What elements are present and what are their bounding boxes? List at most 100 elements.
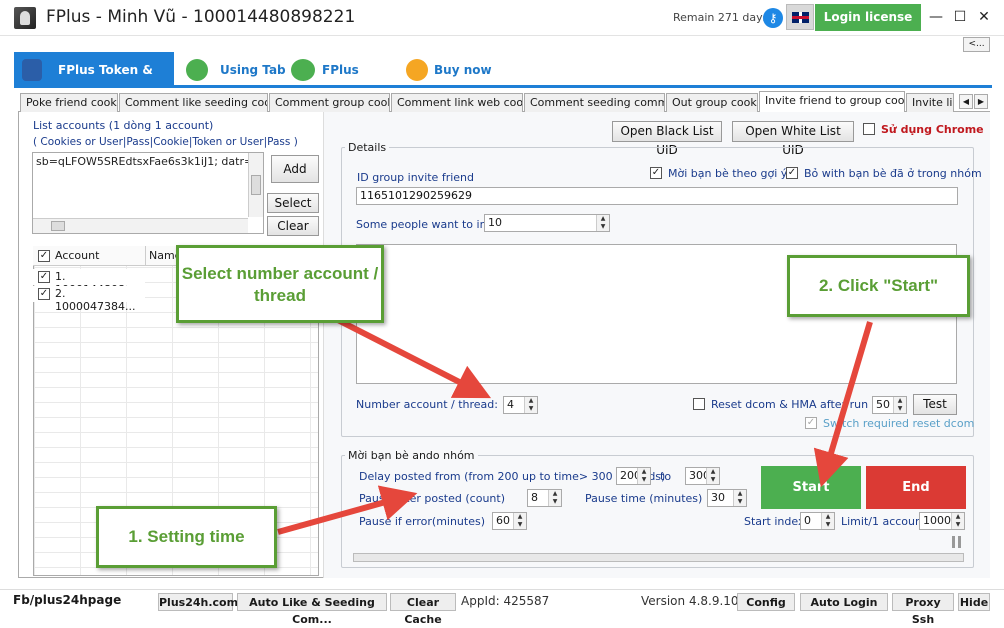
plus24h-button[interactable]: Plus24h.com xyxy=(158,593,238,611)
open-black-list-button[interactable]: Open Black List UID xyxy=(612,121,722,157)
login-license-button[interactable]: Login license xyxy=(815,4,921,31)
col-account: Account xyxy=(55,249,100,262)
spinner-arrows-icon[interactable]: ▲ ▼ xyxy=(733,490,746,506)
spinner-arrows-icon[interactable]: ▲ ▼ xyxy=(524,397,537,413)
tab-fplus-profile[interactable]: FPlus Profile xyxy=(286,52,406,113)
test-button[interactable]: Test xyxy=(913,394,957,415)
tab-fplus-token-cookie[interactable]: FPlus Token & Cookie xyxy=(14,52,174,113)
spinner-arrows-icon[interactable]: ▲ ▼ xyxy=(637,468,650,484)
callout-text: Select number account / thread xyxy=(181,264,379,305)
textarea-vertical-scrollbar[interactable] xyxy=(248,153,263,217)
fb-page-link[interactable]: Fb/plus24hpage xyxy=(13,593,121,607)
start-index-label: Start index: xyxy=(744,515,809,528)
list-item[interactable]: ✓ 2. 1000047384... xyxy=(33,286,145,313)
scroll-left-icon[interactable]: ◀ xyxy=(959,94,973,109)
subtab-comment-seeding[interactable]: Comment seeding comment xyxy=(524,93,665,112)
start-button[interactable]: Start xyxy=(761,466,861,509)
number-account-spinner[interactable]: 4 ▲ ▼ xyxy=(503,396,538,414)
open-white-list-button[interactable]: Open White List UID xyxy=(732,121,854,157)
spinner-arrows-icon[interactable]: ▲ ▼ xyxy=(513,513,526,529)
spinner-arrows-icon[interactable]: ▲ ▼ xyxy=(706,468,719,484)
some-people-spinner[interactable]: 10 ▲ ▼ xyxy=(484,214,610,232)
proxy-ssh-button[interactable]: Proxy Ssh xyxy=(892,593,954,626)
subtab-invite-friend-group[interactable]: Invite friend to group cookie xyxy=(759,91,905,113)
maximize-button[interactable]: ☐ xyxy=(948,6,972,28)
person-icon xyxy=(22,59,42,81)
subtab-invite-like[interactable]: Invite like xyxy=(906,93,954,112)
clear-cache-button[interactable]: Clear Cache xyxy=(390,593,456,626)
delay-to-spinner[interactable]: 300 ▲ ▼ xyxy=(685,467,720,485)
subtab-comment-group[interactable]: Comment group cookie xyxy=(269,93,390,112)
key-icon[interactable]: ⚷ xyxy=(763,8,783,28)
subtab-out-group[interactable]: Out group cookie xyxy=(666,93,758,112)
pause-after-spinner[interactable]: 8 ▲ ▼ xyxy=(527,489,562,507)
switch-dcom-checkbox[interactable]: ✓ xyxy=(805,417,817,429)
reset-dcom-spinner[interactable]: 50 ▲ ▼ xyxy=(872,396,907,414)
tab-buy-now[interactable]: Buy now xyxy=(402,52,502,88)
textarea-horizontal-scrollbar[interactable] xyxy=(33,218,248,233)
close-button[interactable]: ✕ xyxy=(972,6,996,28)
hide-button[interactable]: Hide xyxy=(958,593,990,611)
pause-error-spinner[interactable]: 60 ▲ ▼ xyxy=(492,512,527,530)
subtab-comment-like-seeding[interactable]: Comment like seeding cookie xyxy=(119,93,268,112)
spinner-value: 0 xyxy=(804,514,811,527)
spinner-arrows-icon[interactable]: ▲ ▼ xyxy=(821,513,834,529)
callout-select-account: Select number account / thread xyxy=(176,245,384,323)
group-id-input[interactable]: 1165101290259629 xyxy=(356,187,958,205)
pause-icon[interactable] xyxy=(952,536,955,548)
suggest-checkbox[interactable]: ✓ xyxy=(650,167,662,179)
details-legend: Details xyxy=(345,141,390,154)
pause-error-label: Pause if error(minutes) xyxy=(359,515,486,528)
auto-login-button[interactable]: Auto Login xyxy=(800,593,888,611)
end-button[interactable]: End xyxy=(866,466,966,509)
main-tab-bar: FPlus Token & Cookie Using Tab FPlus Pro… xyxy=(14,52,992,113)
remaining-days: Remain 271 days xyxy=(673,11,769,24)
link-icon xyxy=(186,59,208,81)
skip-members-label: Bỏ with bạn bè đã ở trong nhóm xyxy=(804,167,982,180)
add-button[interactable]: Add xyxy=(271,155,319,183)
spinner-arrows-icon[interactable]: ▲ ▼ xyxy=(893,397,906,413)
window-title: FPlus - Minh Vũ - 100014480898221 xyxy=(46,7,356,27)
subtab-poke-friend[interactable]: Poke friend cookie xyxy=(20,93,118,112)
minimize-button[interactable]: — xyxy=(924,6,948,28)
spinner-arrows-icon[interactable]: ▲ ▼ xyxy=(596,215,609,231)
callout-text: 2. Click "Start" xyxy=(818,276,939,295)
progress-bar xyxy=(353,553,964,562)
spinner-value: 10 xyxy=(488,216,502,229)
delay-from-spinner[interactable]: 200 ▲ ▼ xyxy=(616,467,651,485)
spinner-arrows-icon[interactable]: ▲ ▼ xyxy=(951,513,964,529)
tab-using-tab[interactable]: Using Tab xyxy=(176,52,286,88)
config-button[interactable]: Config xyxy=(737,593,795,611)
pause-time-spinner[interactable]: 30 ▲ ▼ xyxy=(707,489,747,507)
subtab-comment-link-web[interactable]: Comment link web cookie xyxy=(391,93,523,112)
row-checkbox[interactable]: ✓ xyxy=(38,288,50,300)
start-index-spinner[interactable]: 0 ▲ ▼ xyxy=(800,512,835,530)
clear-button[interactable]: Clear xyxy=(267,216,319,236)
suggest-label: Mời bạn bè theo gợi ý xyxy=(668,167,788,180)
spinner-value: 50 xyxy=(876,398,890,411)
reset-dcom-label: Reset dcom & HMA after run led xyxy=(711,398,889,411)
select-button[interactable]: Select xyxy=(267,193,319,213)
spinner-value: 8 xyxy=(531,491,538,504)
title-bar: FPlus - Minh Vũ - 100014480898221 Remain… xyxy=(0,0,1004,36)
row-checkbox[interactable]: ✓ xyxy=(38,271,50,283)
list-item[interactable]: ✓ 1. 1000144808... xyxy=(33,269,145,296)
spinner-value: 30 xyxy=(711,491,725,504)
callout-text: 1. Setting time xyxy=(128,527,245,546)
use-chrome-checkbox[interactable] xyxy=(863,123,875,135)
auto-like-button[interactable]: Auto Like & Seeding Com... xyxy=(237,593,387,626)
skip-members-checkbox[interactable]: ✓ xyxy=(786,167,798,179)
switch-dcom-label: Switch required reset dcom xyxy=(823,417,975,430)
id-group-label: ID group invite friend xyxy=(357,171,474,184)
reset-dcom-checkbox[interactable] xyxy=(693,398,705,410)
spinner-value: 4 xyxy=(507,398,514,411)
scroll-right-icon[interactable]: ▶ xyxy=(974,94,988,109)
limit-label: Limit/1 account: xyxy=(841,515,930,528)
number-account-label: Number account / thread: xyxy=(356,398,498,411)
limit-spinner[interactable]: 1000 ▲ ▼ xyxy=(919,512,965,530)
select-all-checkbox[interactable]: ✓ xyxy=(38,250,50,262)
spinner-arrows-icon[interactable]: ▲ ▼ xyxy=(548,490,561,506)
collapse-button[interactable]: <... xyxy=(963,37,990,52)
uk-flag-icon[interactable] xyxy=(786,4,814,30)
refresh-icon xyxy=(406,59,428,81)
